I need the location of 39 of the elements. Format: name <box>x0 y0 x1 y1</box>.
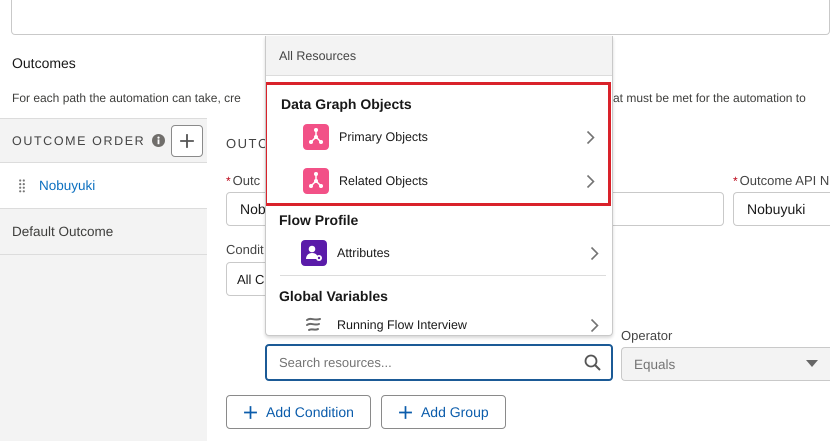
group-title: Global Variables <box>279 288 388 304</box>
menu-header: All Resources <box>279 48 356 62</box>
graph-node-icon <box>303 168 329 194</box>
plus-icon <box>243 404 258 420</box>
info-icon[interactable] <box>152 134 166 147</box>
group-title: Data Graph Objects <box>281 96 412 112</box>
panel-header: OUTCOME ORDER <box>12 134 146 148</box>
resource-item[interactable]: Primary Objects <box>269 115 608 159</box>
field-label: Condit <box>226 242 264 258</box>
resource-item[interactable]: Running Flow Interview <box>266 307 612 335</box>
add-button[interactable]: Add Condition <box>226 395 371 429</box>
wave-lines-icon <box>305 316 323 334</box>
search-field[interactable]: Search resources... <box>265 344 613 381</box>
chevron-right-icon <box>590 246 599 260</box>
field-label: *Outc <box>226 173 260 189</box>
outcome-item[interactable]: Nobuyuki <box>0 163 207 209</box>
description-text: For each path the automation can take, cre <box>12 91 241 105</box>
field-label: Operator <box>621 328 672 344</box>
resource-item[interactable]: Related Objects <box>269 159 608 203</box>
description-text: at must be met for the automation to <box>613 90 806 106</box>
chevron-right-icon <box>586 130 595 144</box>
plus-icon <box>179 132 196 148</box>
search-icon <box>584 354 601 371</box>
group-title: Flow Profile <box>279 212 358 228</box>
field-label: *Outcome API N <box>733 173 830 189</box>
add-outcome-button[interactable] <box>171 124 204 156</box>
input-field[interactable]: Nobuyuki <box>733 192 830 226</box>
caret-down-icon <box>806 360 818 368</box>
user-attributes-icon <box>301 240 327 266</box>
outcome-item[interactable]: Default Outcome <box>0 209 207 255</box>
section-title: Outcomes <box>12 55 76 71</box>
add-button[interactable]: Add Group <box>380 395 506 429</box>
section-heading: OUTC <box>226 136 269 152</box>
graph-node-icon <box>303 124 329 150</box>
plus-icon <box>398 404 413 420</box>
drag-handle-icon[interactable] <box>19 178 25 192</box>
chevron-right-icon <box>586 174 595 188</box>
chevron-right-icon <box>590 318 599 332</box>
resource-item[interactable]: Attributes <box>266 231 612 275</box>
